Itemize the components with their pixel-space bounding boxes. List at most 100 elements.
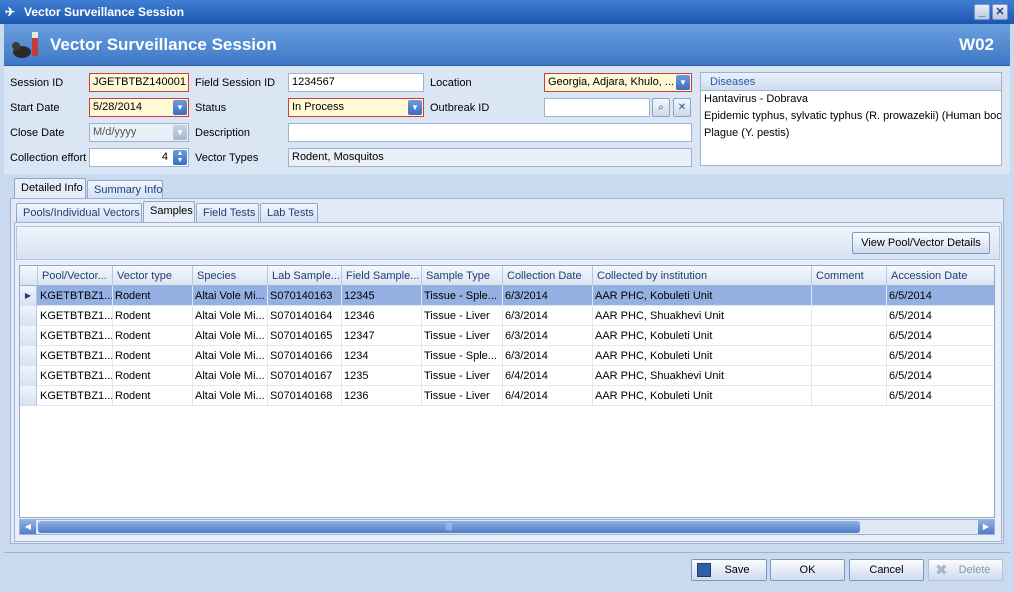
table-cell[interactable] <box>812 346 887 366</box>
close-date-field[interactable]: M/d/yyyy ▼ <box>89 123 189 142</box>
cancel-button[interactable]: Cancel <box>849 559 924 581</box>
table-cell[interactable]: 1236 <box>342 386 422 406</box>
table-cell[interactable]: S070140167 <box>268 366 342 386</box>
table-cell[interactable]: 12346 <box>342 306 422 326</box>
table-cell[interactable]: AAR PHC, Shuakhevi Unit <box>593 306 812 326</box>
horizontal-scrollbar[interactable]: ◀ ||| ▶ <box>19 519 995 535</box>
chevron-down-icon[interactable]: ▼ <box>676 75 690 90</box>
table-cell[interactable]: AAR PHC, Kobuleti Unit <box>593 286 812 306</box>
column-header[interactable]: Sample Type <box>422 266 503 286</box>
column-header[interactable]: Collected by institution <box>593 266 812 286</box>
tab-lab-tests[interactable]: Lab Tests <box>260 203 318 222</box>
table-cell[interactable]: Tissue - Liver <box>422 326 503 346</box>
table-cell[interactable]: Altai Vole Mi... <box>193 326 268 346</box>
column-header[interactable]: Comment <box>812 266 887 286</box>
table-cell[interactable]: AAR PHC, Kobuleti Unit <box>593 386 812 406</box>
table-cell[interactable]: AAR PHC, Kobuleti Unit <box>593 346 812 366</box>
table-cell[interactable] <box>812 366 887 386</box>
table-cell[interactable]: 6/5/2014 <box>887 346 994 366</box>
view-pool-vector-details-button[interactable]: View Pool/Vector Details <box>852 232 990 254</box>
table-cell[interactable]: Rodent <box>113 306 193 326</box>
column-header[interactable]: Lab Sample... <box>268 266 342 286</box>
table-cell[interactable]: 6/5/2014 <box>887 366 994 386</box>
row-selector[interactable] <box>20 366 37 386</box>
column-header[interactable]: Pool/Vector... <box>38 266 113 286</box>
column-header[interactable]: Accession Date <box>887 266 994 286</box>
table-cell[interactable]: 12347 <box>342 326 422 346</box>
column-header[interactable]: Species <box>193 266 268 286</box>
session-id-field[interactable]: JGETBTBZ140001 <box>89 73 189 92</box>
spinner-icon[interactable]: ▲ ▼ <box>173 150 187 165</box>
table-cell[interactable]: 6/5/2014 <box>887 306 994 326</box>
table-cell[interactable]: 6/5/2014 <box>887 286 994 306</box>
table-cell[interactable]: S070140166 <box>268 346 342 366</box>
save-button[interactable]: Save <box>691 559 767 581</box>
field-session-id-field[interactable]: 1234567 <box>288 73 424 92</box>
table-cell[interactable]: KGETBTBZ1... <box>38 366 113 386</box>
table-row[interactable]: KGETBTBZ1... Rodent Altai Vole Mi... S07014… <box>20 366 994 386</box>
table-cell[interactable]: Tissue - Sple... <box>422 346 503 366</box>
description-field[interactable] <box>288 123 692 142</box>
table-cell[interactable]: Rodent <box>113 346 193 366</box>
table-cell[interactable]: Altai Vole Mi... <box>193 306 268 326</box>
table-cell[interactable]: Rodent <box>113 386 193 406</box>
disease-item[interactable]: Epidemic typhus, sylvatic typhus (R. pro… <box>701 108 1001 125</box>
table-cell[interactable]: Altai Vole Mi... <box>193 286 268 306</box>
tab-detailed-info[interactable]: Detailed Info <box>14 178 86 198</box>
row-selector-arrow-icon[interactable]: ▶ <box>20 286 37 306</box>
start-date-field[interactable]: 5/28/2014 ▼ <box>89 98 189 117</box>
table-cell[interactable]: Altai Vole Mi... <box>193 366 268 386</box>
table-cell[interactable]: KGETBTBZ1... <box>38 306 113 326</box>
table-cell[interactable]: Tissue - Liver <box>422 366 503 386</box>
table-cell[interactable]: Tissue - Liver <box>422 306 503 326</box>
disease-item[interactable]: Hantavirus - Dobrava <box>701 91 1001 108</box>
table-cell[interactable]: 1235 <box>342 366 422 386</box>
table-row[interactable]: KGETBTBZ1... Rodent Altai Vole Mi... S07014… <box>20 386 994 406</box>
table-cell[interactable] <box>812 286 887 306</box>
row-selector[interactable] <box>20 386 37 406</box>
disease-item[interactable]: Plague (Y. pestis) <box>701 125 1001 142</box>
table-cell[interactable]: Altai Vole Mi... <box>193 386 268 406</box>
table-row[interactable]: KGETBTBZ1... Rodent Altai Vole Mi... S07014… <box>20 306 994 326</box>
location-select[interactable]: Georgia, Adjara, Khulo, ... ▼ <box>544 73 692 92</box>
chevron-down-icon[interactable]: ▼ <box>408 100 422 115</box>
table-cell[interactable]: S070140164 <box>268 306 342 326</box>
table-cell[interactable]: 6/3/2014 <box>503 306 593 326</box>
table-cell[interactable]: KGETBTBZ1... <box>38 286 113 306</box>
row-selector[interactable] <box>20 306 37 326</box>
table-cell[interactable]: 6/5/2014 <box>887 326 994 346</box>
table-cell[interactable] <box>812 306 887 326</box>
delete-button[interactable]: ✖ Delete <box>928 559 1003 581</box>
table-row[interactable]: KGETBTBZ1... Rodent Altai Vole Mi... S07014… <box>20 346 994 366</box>
table-cell[interactable]: 1234 <box>342 346 422 366</box>
table-cell[interactable]: S070140163 <box>268 286 342 306</box>
ok-button[interactable]: OK <box>770 559 845 581</box>
outbreak-id-field[interactable] <box>544 98 650 117</box>
table-cell[interactable]: KGETBTBZ1... <box>38 326 113 346</box>
column-header[interactable]: Field Sample... <box>342 266 422 286</box>
tab-samples[interactable]: Samples <box>143 201 195 222</box>
column-header[interactable]: Vector type <box>113 266 193 286</box>
scrollbar-thumb[interactable]: ||| <box>38 521 860 533</box>
close-icon[interactable]: ✕ <box>992 4 1008 20</box>
search-icon[interactable]: ⌕ <box>652 98 670 117</box>
table-row[interactable]: ▶ KGETBTBZ1... Rodent Altai Vole Mi... S0701… <box>20 286 994 306</box>
table-cell[interactable]: S070140168 <box>268 386 342 406</box>
table-cell[interactable]: 6/4/2014 <box>503 386 593 406</box>
table-row[interactable]: KGETBTBZ1... Rodent Altai Vole Mi... S07014… <box>20 326 994 346</box>
table-cell[interactable]: 6/3/2014 <box>503 346 593 366</box>
table-cell[interactable]: S070140165 <box>268 326 342 346</box>
table-cell[interactable]: KGETBTBZ1... <box>38 386 113 406</box>
tab-pools-individual-vectors[interactable]: Pools/Individual Vectors <box>16 203 142 222</box>
tab-summary-info[interactable]: Summary Info <box>87 180 163 198</box>
table-cell[interactable]: KGETBTBZ1... <box>38 346 113 366</box>
table-cell[interactable]: 6/3/2014 <box>503 326 593 346</box>
table-cell[interactable]: 12345 <box>342 286 422 306</box>
status-select[interactable]: In Process ▼ <box>288 98 424 117</box>
table-cell[interactable] <box>812 386 887 406</box>
chevron-down-icon[interactable]: ▼ <box>173 100 187 115</box>
scroll-left-icon[interactable]: ◀ <box>20 520 36 534</box>
table-cell[interactable]: 6/5/2014 <box>887 386 994 406</box>
row-selector[interactable] <box>20 346 37 366</box>
scroll-right-icon[interactable]: ▶ <box>978 520 994 534</box>
